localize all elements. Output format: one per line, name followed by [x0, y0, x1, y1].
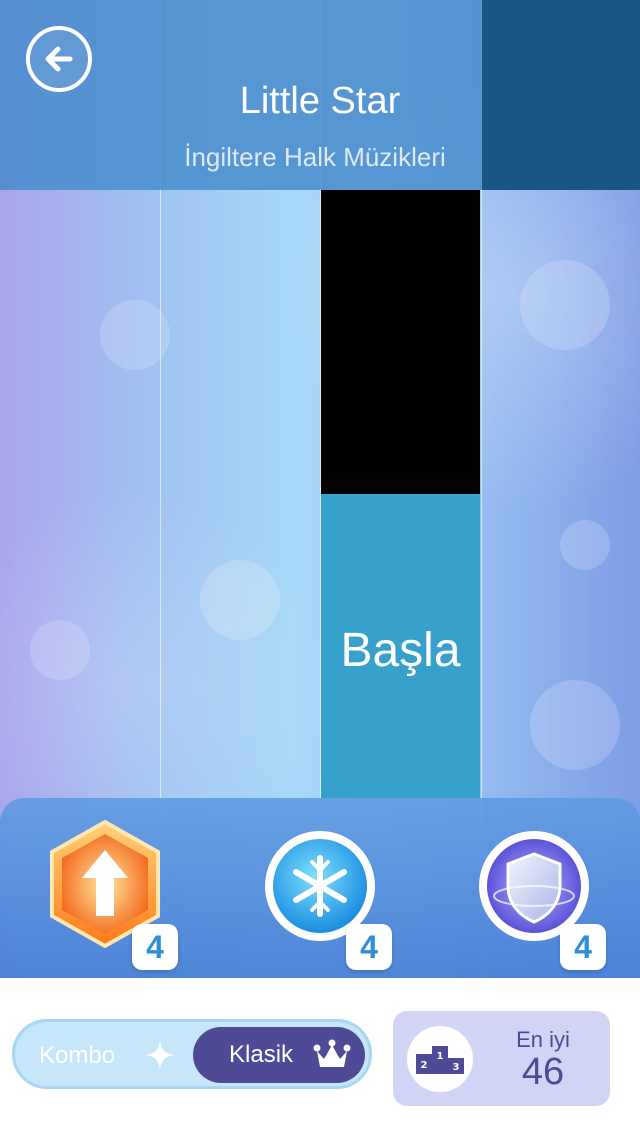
podium-badge: 2 1 3 [407, 1026, 473, 1092]
podium-icon: 2 1 3 [416, 1046, 464, 1074]
bokeh-decoration [200, 560, 280, 640]
svg-text:2: 2 [421, 1060, 428, 1071]
best-score-card[interactable]: 2 1 3 En iyi 46 [393, 1011, 610, 1106]
powerup-speed[interactable]: 4 [48, 820, 178, 970]
powerup-panel: 4 4 4 [0, 798, 640, 978]
start-label: Başla [340, 623, 461, 677]
svg-text:1: 1 [437, 1051, 444, 1062]
header-dark-tile [482, 0, 640, 190]
black-tile[interactable] [321, 190, 480, 494]
bokeh-decoration [520, 260, 610, 350]
powerup-count: 4 [346, 924, 392, 970]
arrow-left-icon [45, 46, 73, 72]
start-tile[interactable]: Başla [321, 494, 480, 798]
bokeh-decoration [560, 520, 610, 570]
bokeh-decoration [30, 620, 90, 680]
mode-switch[interactable]: Kombo Klasik [12, 1019, 372, 1089]
powerup-freeze[interactable]: 4 [262, 820, 392, 970]
best-score-value: 46 [521, 1051, 565, 1093]
kombo-mode-label[interactable]: Kombo [39, 1042, 115, 1070]
crown-icon [313, 1039, 351, 1067]
song-subtitle: İngiltere Halk Müzikleri [184, 142, 446, 172]
klasik-mode-label: Klasik [229, 1041, 294, 1068]
powerup-shield[interactable]: 4 [476, 820, 606, 970]
klasik-mode-button[interactable]: Klasik [193, 1027, 365, 1083]
svg-text:3: 3 [453, 1062, 460, 1073]
sparkle-icon [145, 1040, 175, 1070]
bokeh-decoration [530, 680, 620, 770]
back-button[interactable] [26, 26, 92, 92]
powerup-count: 4 [560, 924, 606, 970]
best-score-label: En iyi [516, 1027, 570, 1052]
powerup-count: 4 [132, 924, 178, 970]
bottom-bar: Kombo Klasik 2 1 3 En iyi 46 [0, 978, 640, 1138]
song-title: Little Star [239, 80, 401, 122]
